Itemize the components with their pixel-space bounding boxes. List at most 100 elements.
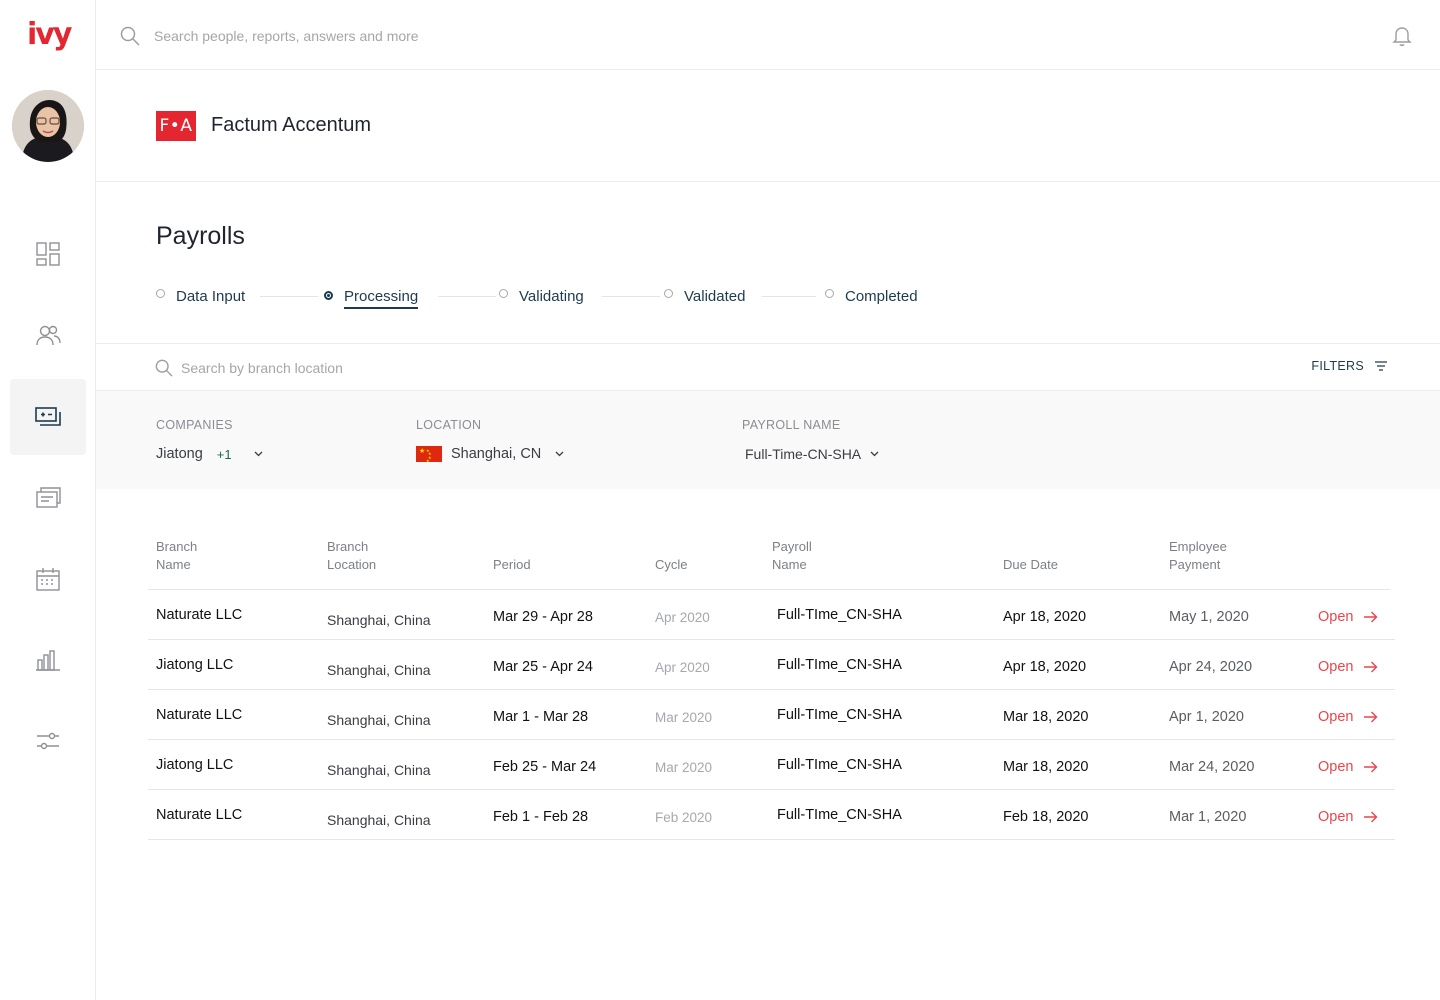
- nav-documents[interactable]: [10, 460, 86, 536]
- bell-icon[interactable]: [1392, 25, 1412, 47]
- arrow-right-icon: [1364, 711, 1378, 723]
- location-label: LOCATION: [416, 418, 482, 432]
- payroll-name: Full-TIme_CN-SHA: [777, 807, 902, 823]
- filter-lines-icon: [1375, 361, 1387, 371]
- nav-people[interactable]: [10, 297, 86, 373]
- step-data-input[interactable]: Data Input: [156, 288, 245, 305]
- table-row[interactable]: Naturate LLC Shanghai, China Mar 1 - Mar 2…: [148, 690, 1395, 740]
- table-row[interactable]: Naturate LLC Shanghai, China Feb 1 - Feb 2…: [148, 790, 1395, 840]
- china-flag-icon: ★ ★ ★ ★ ★: [416, 446, 442, 462]
- chevron-down-icon: [870, 451, 879, 457]
- status-stepper: Data Input Processing Validating Validat…: [156, 288, 956, 314]
- table-row[interactable]: Jiatong LLC Shanghai, China Mar 25 - Apr 2…: [148, 640, 1395, 690]
- step-connector: [260, 296, 318, 297]
- reports-icon: [36, 650, 60, 671]
- payroll-name: Full-TIme_CN-SHA: [777, 757, 902, 773]
- payroll-name-select[interactable]: Full-Time-CN-SHA: [745, 446, 879, 462]
- branch-name: Naturate LLC: [156, 707, 243, 723]
- step-processing[interactable]: Processing: [324, 288, 419, 309]
- step-connector: [762, 296, 816, 297]
- open-button[interactable]: Open: [1318, 709, 1378, 725]
- due-date: Mar 18, 2020: [1003, 709, 1089, 725]
- filters-button[interactable]: FILTERS: [1311, 359, 1388, 373]
- branch-search-bar: FILTERS: [96, 343, 1440, 391]
- step-dot: [156, 289, 165, 298]
- step-dot: [825, 289, 834, 298]
- table-row[interactable]: Jiatong LLC Shanghai, China Feb 25 - Mar 2…: [148, 740, 1395, 790]
- step-label: Validating: [519, 288, 584, 305]
- nav-reports[interactable]: [10, 622, 86, 698]
- period: Mar 29 - Apr 28: [493, 609, 593, 625]
- period: Feb 25 - Mar 24: [493, 759, 597, 775]
- branch-search-input[interactable]: [181, 356, 581, 380]
- ivy-logo[interactable]: ivy: [27, 18, 72, 52]
- open-label: Open: [1318, 759, 1354, 775]
- step-validated[interactable]: Validated: [664, 288, 745, 305]
- period: Mar 25 - Apr 24: [493, 659, 593, 675]
- step-label: Validated: [684, 288, 746, 305]
- step-dot: [499, 289, 508, 298]
- open-label: Open: [1318, 709, 1354, 725]
- global-search-input[interactable]: [154, 24, 654, 48]
- nav-dashboard[interactable]: [10, 216, 86, 292]
- dashboard-icon: [36, 242, 60, 266]
- chevron-down-icon: [555, 451, 564, 457]
- header-due-date: Due Date: [1003, 557, 1058, 572]
- open-label: Open: [1318, 659, 1354, 675]
- open-button[interactable]: Open: [1318, 809, 1378, 825]
- page-title: Payrolls: [156, 222, 245, 250]
- table-row[interactable]: Naturate LLC Shanghai, China Mar 29 - Apr …: [148, 590, 1395, 640]
- search-icon: [120, 26, 140, 46]
- open-button[interactable]: Open: [1318, 609, 1378, 625]
- company-name: Factum Accentum: [211, 114, 372, 136]
- people-icon: [36, 325, 61, 346]
- step-dot: [664, 289, 673, 298]
- step-validating[interactable]: Validating: [499, 288, 584, 305]
- arrow-right-icon: [1364, 761, 1378, 773]
- companies-label: COMPANIES: [156, 418, 233, 432]
- open-label: Open: [1318, 609, 1354, 625]
- step-label: Completed: [845, 288, 918, 305]
- arrow-right-icon: [1364, 811, 1378, 823]
- cycle: Apr 2020: [655, 610, 710, 625]
- search-icon: [155, 359, 173, 377]
- nav-payroll[interactable]: [10, 379, 86, 455]
- step-dot-active: [324, 291, 333, 300]
- documents-icon: [36, 487, 61, 508]
- companies-select[interactable]: Jiatong +1: [156, 446, 263, 462]
- user-avatar[interactable]: [12, 90, 84, 162]
- payroll-name: Full-TIme_CN-SHA: [777, 607, 902, 623]
- companies-extra-count: +1: [216, 446, 232, 462]
- companies-value: Jiatong: [156, 446, 203, 462]
- location-filter: LOCATION ★ ★ ★ ★ ★ Shanghai, CN: [416, 418, 564, 462]
- open-button[interactable]: Open: [1318, 759, 1378, 775]
- step-label: Data Input: [176, 288, 246, 305]
- due-date: Apr 18, 2020: [1003, 609, 1087, 625]
- nav-calendar[interactable]: [10, 541, 86, 617]
- location-select[interactable]: ★ ★ ★ ★ ★ Shanghai, CN: [416, 446, 564, 462]
- companies-filter: COMPANIES Jiatong +1: [156, 418, 263, 462]
- cycle: Mar 2020: [655, 760, 713, 775]
- payroll-name-value: Full-Time-CN-SHA: [745, 446, 862, 462]
- step-completed[interactable]: Completed: [825, 288, 918, 305]
- chevron-down-icon: [254, 451, 263, 457]
- nav-settings[interactable]: [10, 703, 86, 779]
- calendar-icon: [36, 568, 60, 591]
- cycle: Mar 2020: [655, 710, 713, 725]
- payroll-icon: [35, 407, 61, 426]
- payroll-table: Branch Name Branch Location Period Cycle P…: [148, 530, 1395, 840]
- arrow-right-icon: [1364, 611, 1378, 623]
- branch-name: Jiatong LLC: [156, 757, 234, 773]
- period: Mar 1 - Mar 28: [493, 709, 589, 725]
- header-branch-name: Branch Name: [156, 539, 198, 572]
- due-date: Feb 18, 2020: [1003, 809, 1089, 825]
- due-date: Mar 18, 2020: [1003, 759, 1089, 775]
- payroll-name: Full-TIme_CN-SHA: [777, 657, 902, 673]
- branch-name: Naturate LLC: [156, 807, 243, 823]
- filter-panel: COMPANIES Jiatong +1 LOCATION ★ ★ ★ ★ ★ …: [96, 391, 1440, 489]
- cycle: Apr 2020: [655, 660, 710, 675]
- branch-location: Shanghai, China: [327, 812, 431, 828]
- payroll-name-label: PAYROLL NAME: [742, 418, 841, 432]
- open-button[interactable]: Open: [1318, 659, 1378, 675]
- header-payroll-name: Payroll Name: [772, 539, 812, 572]
